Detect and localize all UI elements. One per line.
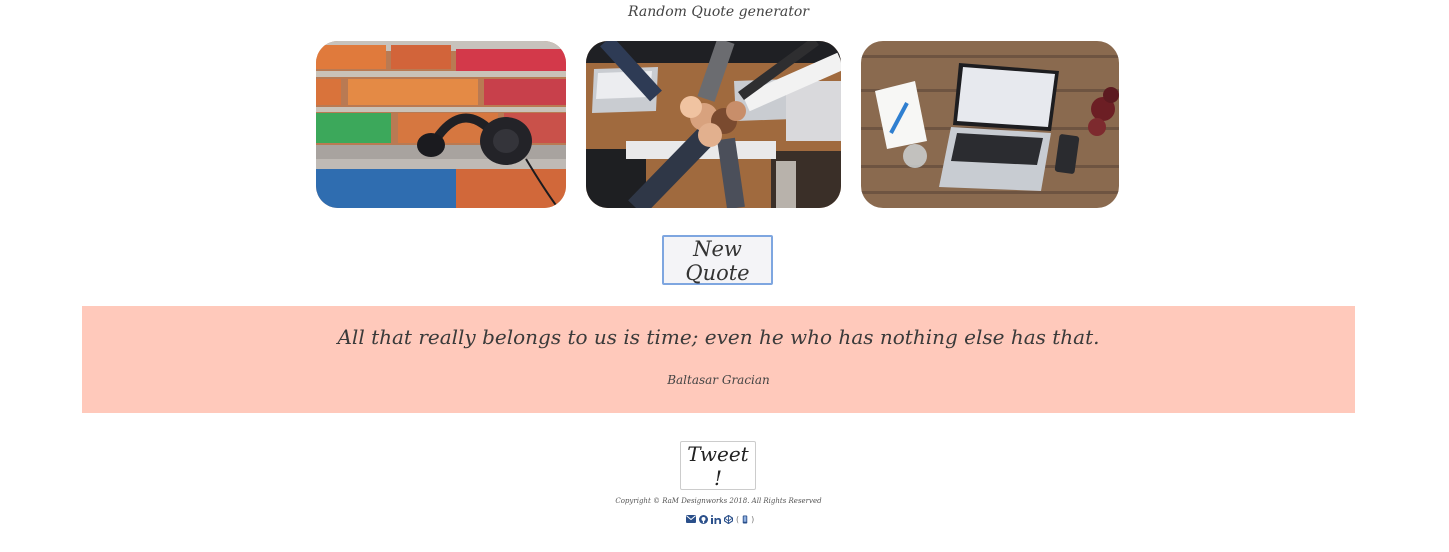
paren-close: ) [751,514,755,524]
mobile-icon[interactable] [742,514,748,524]
social-links: ( ) [686,513,754,525]
copyright-text: Copyright © RaM Designworks 2018. All Ri… [615,497,822,505]
github-icon[interactable] [699,514,708,524]
team-photo [586,41,841,208]
page: Random Quote generator New Quote All tha… [0,0,1449,552]
tweet-button[interactable]: Tweet ! [680,441,756,490]
quote-text: All that really belongs to us is time; e… [337,325,1100,349]
laptop-desk-photo [861,41,1119,208]
codepen-icon[interactable] [724,514,733,524]
quote-author: Baltasar Gracian [667,373,770,387]
linkedin-icon[interactable] [711,514,721,524]
envelope-icon[interactable] [686,515,696,523]
new-quote-button[interactable]: New Quote [662,235,773,285]
page-title: Random Quote generator [628,4,809,20]
quote-box: All that really belongs to us is time; e… [82,306,1355,413]
headphones-photo [316,41,566,208]
paren-open: ( [736,514,740,524]
